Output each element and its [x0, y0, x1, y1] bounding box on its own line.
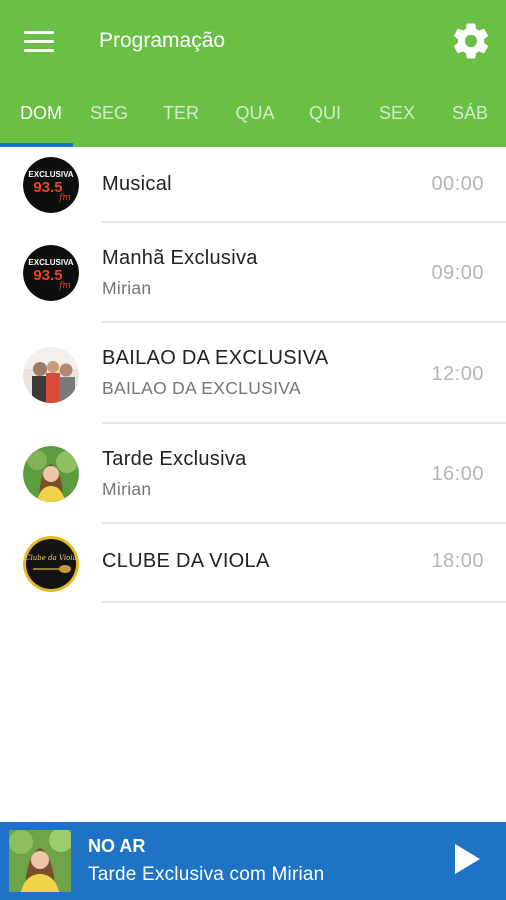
list-item[interactable]: EXCLUSIVA 93.5 fm Musical 00:00 [0, 147, 506, 223]
play-icon[interactable] [452, 842, 482, 876]
list-item[interactable]: BAILAO DA EXCLUSIVA BAILAO DA EXCLUSIVA … [0, 323, 506, 423]
program-title: Musical [102, 173, 172, 195]
list-item[interactable]: Clube da Viola CLUBE DA VIOLA 18:00 [0, 524, 506, 604]
exclusiva-logo-avatar: EXCLUSIVA 93.5 fm [23, 245, 79, 301]
tab-ter[interactable]: TER [148, 92, 214, 147]
tab-seg[interactable]: SEG [76, 92, 142, 147]
program-time: 16:00 [431, 463, 484, 485]
page-title: Programação [99, 29, 226, 52]
on-air-label: NO AR [88, 836, 146, 856]
program-time: 09:00 [431, 262, 484, 284]
program-host: BAILAO DA EXCLUSIVA [102, 378, 301, 398]
band-photo-avatar [23, 347, 79, 403]
host-photo-avatar [23, 446, 79, 502]
program-time: 00:00 [431, 173, 484, 195]
list-item[interactable]: EXCLUSIVA 93.5 fm Manhã Exclusiva Mirian… [0, 223, 506, 323]
program-title: Tarde Exclusiva [102, 448, 247, 470]
divider [102, 601, 506, 603]
tab-qui[interactable]: QUI [292, 92, 358, 147]
program-title: CLUBE DA VIOLA [102, 550, 270, 572]
program-title: Manhã Exclusiva [102, 247, 258, 269]
tab-sex[interactable]: SEX [364, 92, 430, 147]
logo-exclusiva-text: EXCLUSIVA [28, 258, 73, 267]
exclusiva-logo-avatar: EXCLUSIVA 93.5 fm [23, 157, 79, 213]
program-host: Mirian [102, 479, 152, 499]
gear-icon[interactable] [450, 20, 492, 62]
program-host: Mirian [102, 278, 152, 298]
now-playing-title: Tarde Exclusiva com Mirian [88, 864, 325, 885]
program-title: BAILAO DA EXCLUSIVA [102, 347, 329, 369]
logo-fm-text: fm [58, 193, 71, 203]
logo-exclusiva-text: EXCLUSIVA [28, 170, 73, 179]
app-bar: Programação DOM SEG TER QUA QUI SEX SÁB [0, 0, 506, 147]
hamburger-menu-icon[interactable] [22, 28, 58, 56]
day-tabs: DOM SEG TER QUA QUI SEX SÁB [0, 92, 506, 147]
program-time: 12:00 [431, 363, 484, 385]
list-item[interactable]: Tarde Exclusiva Mirian 16:00 [0, 424, 506, 524]
logo-fm-text: fm [58, 281, 71, 291]
logo-viola-text: Clube da Viola [25, 554, 77, 562]
now-playing-thumbnail [9, 830, 71, 892]
tab-qua[interactable]: QUA [222, 92, 288, 147]
program-time: 18:00 [431, 550, 484, 572]
tab-sab[interactable]: SÁB [437, 92, 503, 147]
clube-da-viola-logo-avatar: Clube da Viola [23, 536, 79, 592]
tab-dom[interactable]: DOM [6, 92, 76, 147]
now-playing-bar[interactable]: NO AR Tarde Exclusiva com Mirian [0, 822, 506, 900]
